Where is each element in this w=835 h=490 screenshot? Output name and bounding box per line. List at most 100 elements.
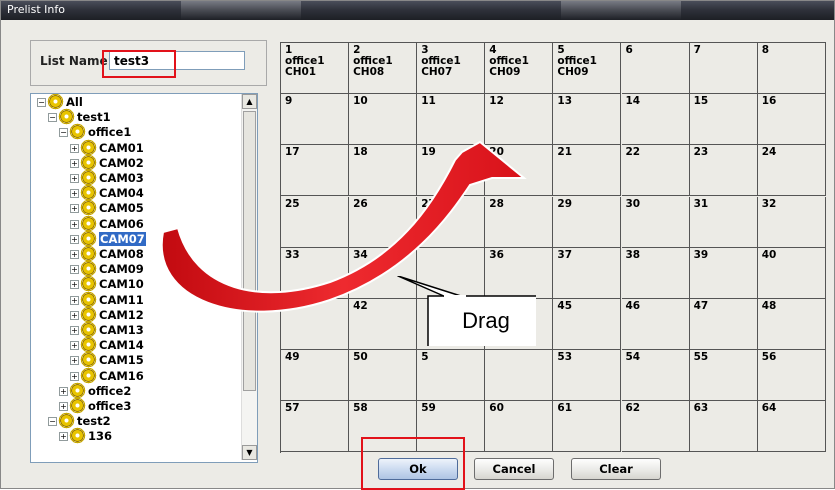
channel-cell[interactable]: 26 <box>349 196 418 248</box>
channel-cell-label: 64 <box>761 402 777 415</box>
scroll-up-icon[interactable]: ▲ <box>242 94 257 109</box>
camera-tree[interactable]: ▲ ▼ − All − test1− office1 + CAM01 + CAM02 + CAM03… <box>30 93 258 463</box>
expand-icon[interactable]: + <box>70 341 79 351</box>
channel-cell[interactable]: 41 <box>281 299 349 350</box>
channel-cell[interactable]: 17 <box>281 145 349 197</box>
expand-icon[interactable]: + <box>70 310 79 320</box>
channel-cell[interactable]: 57 <box>281 401 349 453</box>
expand-icon[interactable]: + <box>70 219 79 229</box>
channel-cell-label: 29 <box>557 197 573 210</box>
channel-cell[interactable]: 31 <box>689 196 758 248</box>
expand-icon[interactable]: + <box>70 371 79 381</box>
channel-cell[interactable]: 47 <box>689 299 758 350</box>
expand-icon[interactable]: + <box>70 189 79 199</box>
expand-icon[interactable]: + <box>59 402 68 411</box>
channel-cell[interactable]: 40 <box>757 247 826 299</box>
channel-cell[interactable]: 24 <box>757 145 826 197</box>
channel-cell[interactable]: 33 <box>281 247 349 299</box>
channel-cell[interactable]: 25 <box>281 196 349 248</box>
channel-cell[interactable]: 27 <box>417 196 486 248</box>
expand-icon[interactable]: + <box>70 265 79 275</box>
channel-cell[interactable]: 64 <box>757 401 826 453</box>
expand-icon[interactable]: + <box>70 174 79 183</box>
channel-cell[interactable]: 1 office1 CH01 <box>281 43 349 94</box>
camera-node-icon <box>80 169 97 186</box>
expand-icon[interactable]: + <box>70 295 79 305</box>
channel-cell-label: 61 <box>557 402 573 415</box>
expand-icon[interactable]: + <box>70 158 79 168</box>
cancel-button[interactable]: Cancel <box>474 458 554 480</box>
channel-cell[interactable]: 23 <box>689 145 758 197</box>
collapse-icon[interactable]: − <box>48 417 57 427</box>
channel-cell[interactable]: 39 <box>689 247 758 299</box>
channel-cell[interactable]: 63 <box>689 401 758 453</box>
title-bar[interactable]: Prelist Info <box>1 1 834 20</box>
channel-cell[interactable]: 55 <box>689 350 758 402</box>
tree-node-label: CAM02 <box>99 155 144 170</box>
collapse-icon[interactable]: − <box>48 113 57 123</box>
channel-cell[interactable]: 48 <box>757 299 826 350</box>
camera-node-icon <box>80 305 97 323</box>
channel-cell[interactable]: 29 <box>553 196 622 248</box>
channel-cell-label: 49 <box>285 351 300 364</box>
channel-cell[interactable]: 61 <box>553 401 622 453</box>
camera-node-icon <box>69 427 86 445</box>
channel-cell[interactable]: 7 <box>689 43 758 94</box>
channel-cell-label: 14 <box>625 95 641 108</box>
channel-cell[interactable]: 2 office1 CH08 <box>349 43 418 94</box>
expand-icon[interactable]: + <box>59 432 68 442</box>
expand-icon[interactable]: + <box>70 326 79 335</box>
scroll-down-icon[interactable]: ▼ <box>242 445 257 460</box>
channel-cell[interactable]: 11 <box>417 94 486 146</box>
channel-cell[interactable]: 4 office1 CH09 <box>485 43 554 94</box>
channel-cell-label: 60 <box>489 402 504 415</box>
channel-cell[interactable]: 21 <box>553 145 622 197</box>
channel-cell-label: 63 <box>693 402 709 415</box>
expand-icon[interactable]: + <box>70 234 79 244</box>
channel-cell[interactable]: 49 <box>281 350 349 402</box>
channel-cell[interactable]: 50 <box>349 350 418 402</box>
channel-cell[interactable]: 5 office1 CH09 <box>553 43 622 94</box>
expand-icon[interactable]: + <box>70 250 79 259</box>
channel-cell[interactable]: 15 <box>689 94 758 146</box>
channel-cell[interactable]: 13 <box>553 94 622 146</box>
channel-cell[interactable]: 19 <box>417 145 486 197</box>
channel-cell[interactable]: 6 <box>621 43 690 94</box>
expand-icon[interactable]: + <box>59 386 68 396</box>
channel-cell[interactable]: 8 <box>757 43 826 94</box>
scroll-thumb[interactable] <box>243 111 256 391</box>
channel-cell[interactable]: 10 <box>349 94 418 146</box>
channel-cell[interactable]: 9 <box>281 94 349 146</box>
tree-scrollbar[interactable]: ▲ ▼ <box>241 94 257 460</box>
channel-cell[interactable]: 32 <box>757 196 826 248</box>
channel-cell[interactable]: 12 <box>485 94 554 146</box>
channel-cell[interactable]: 62 <box>621 401 690 453</box>
channel-cell[interactable]: 30 <box>621 196 690 248</box>
channel-cell[interactable]: 28 <box>485 196 554 248</box>
channel-cell[interactable]: 18 <box>349 145 418 197</box>
channel-cell[interactable]: 46 <box>621 299 690 350</box>
channel-cell[interactable]: 3 office1 CH07 <box>417 43 486 94</box>
channel-cell[interactable]: 60 <box>485 401 554 453</box>
channel-cell[interactable]: 45 <box>553 299 622 350</box>
channel-cell[interactable]: 56 <box>757 350 826 402</box>
channel-grid: 1 office1 CH01 2 office1 CH08 3 office1 CH… <box>280 42 826 453</box>
expand-icon[interactable]: + <box>70 280 79 290</box>
expand-icon[interactable]: + <box>70 204 79 214</box>
channel-cell[interactable]: 22 <box>621 145 690 197</box>
channel-cell[interactable]: 20 <box>485 145 554 197</box>
channel-cell[interactable]: 14 <box>621 94 690 146</box>
tree-node-label: CAM01 <box>99 140 144 155</box>
channel-cell[interactable]: 16 <box>757 94 826 146</box>
clear-button[interactable]: Clear <box>571 458 661 480</box>
expand-icon[interactable]: + <box>70 143 79 153</box>
expand-icon[interactable]: + <box>70 356 79 366</box>
channel-cell[interactable]: 37 <box>553 247 622 299</box>
channel-cell[interactable]: 53 <box>553 350 622 402</box>
channel-cell[interactable]: 38 <box>621 247 690 299</box>
channel-cell-label: 20 <box>489 146 504 159</box>
camera-node-icon <box>69 397 86 414</box>
collapse-icon[interactable]: − <box>59 128 68 138</box>
collapse-icon[interactable]: − <box>37 98 46 107</box>
channel-cell[interactable]: 54 <box>621 350 690 402</box>
